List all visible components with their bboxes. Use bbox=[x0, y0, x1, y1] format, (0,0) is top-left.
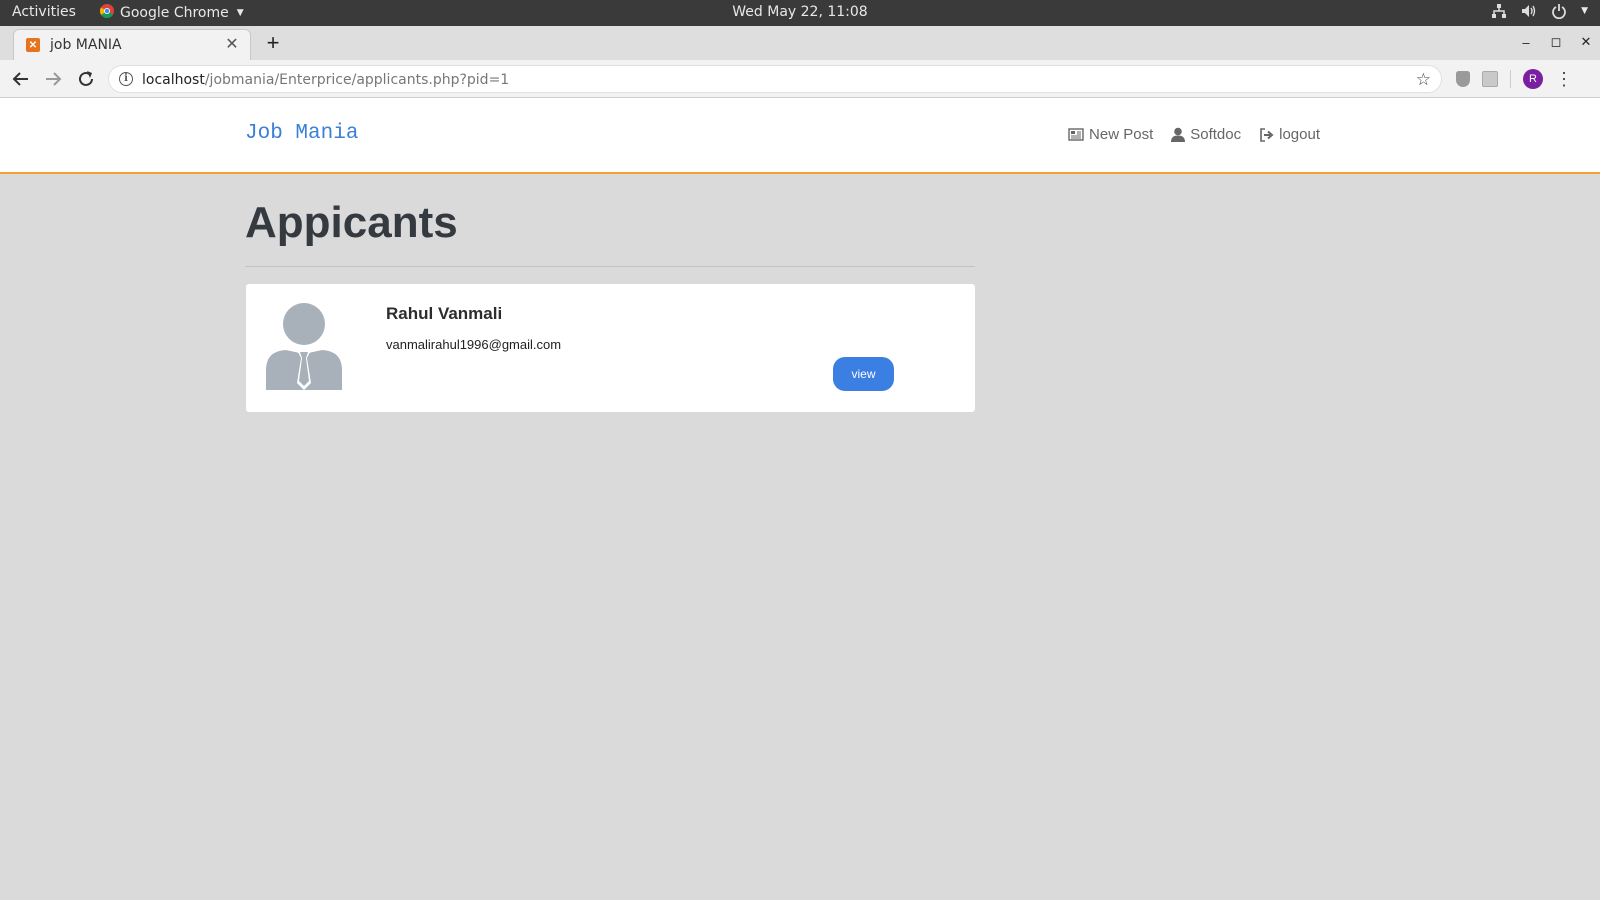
minimize-icon[interactable]: – bbox=[1520, 35, 1532, 50]
bookmark-star-icon[interactable]: ☆ bbox=[1416, 70, 1431, 90]
power-icon bbox=[1551, 3, 1567, 19]
network-icon bbox=[1491, 3, 1507, 19]
nav-new-post[interactable]: New Post bbox=[1068, 126, 1153, 143]
nav-logout-label: logout bbox=[1279, 126, 1320, 143]
toolbar-divider bbox=[1510, 70, 1511, 88]
profile-avatar[interactable]: R bbox=[1523, 69, 1543, 89]
user-icon bbox=[1171, 127, 1186, 142]
os-top-bar: Activities Google Chrome ▼ Wed May 22, 1… bbox=[0, 0, 1600, 26]
close-icon[interactable]: ✕ bbox=[222, 35, 242, 55]
chevron-down-icon: ▼ bbox=[236, 8, 244, 18]
maximize-icon[interactable]: ◻ bbox=[1550, 34, 1562, 50]
applicant-email: vanmalirahul1996@gmail.com bbox=[386, 337, 562, 352]
close-window-icon[interactable]: ✕ bbox=[1580, 34, 1592, 50]
forward-arrow-icon[interactable] bbox=[42, 68, 64, 90]
person-with-tie-icon bbox=[266, 302, 342, 390]
view-button[interactable]: view bbox=[833, 357, 894, 391]
newspaper-icon bbox=[1068, 128, 1084, 141]
nav-links: New Post Softdoc logout bbox=[1068, 126, 1320, 143]
activities-button[interactable]: Activities bbox=[12, 4, 76, 20]
system-tray[interactable]: ▼ bbox=[1491, 3, 1588, 19]
app-menu[interactable]: Google Chrome ▼ bbox=[100, 4, 244, 22]
window-controls: – ◻ ✕ bbox=[1520, 34, 1592, 50]
url-host: localhost bbox=[142, 72, 205, 88]
applicant-card: Rahul Vanmali vanmalirahul1996@gmail.com… bbox=[246, 284, 975, 412]
back-arrow-icon[interactable] bbox=[10, 68, 32, 90]
chevron-down-icon: ▼ bbox=[1581, 6, 1588, 16]
extension-icon[interactable] bbox=[1482, 71, 1498, 87]
title-divider bbox=[245, 266, 975, 267]
browser-toolbar: i localhost/jobmania/Enterprice/applican… bbox=[0, 60, 1600, 98]
chrome-icon bbox=[100, 4, 114, 22]
address-bar[interactable]: i localhost/jobmania/Enterprice/applican… bbox=[108, 65, 1442, 93]
extensions-area: R ⋮ bbox=[1456, 69, 1573, 89]
tab-strip: ✕ job MANIA ✕ + – ◻ ✕ bbox=[0, 26, 1600, 60]
url-text: localhost/jobmania/Enterprice/applicants… bbox=[142, 72, 509, 88]
app-name: Google Chrome bbox=[120, 5, 229, 21]
shield-extension-icon[interactable] bbox=[1456, 71, 1470, 87]
nav-logout[interactable]: logout bbox=[1259, 126, 1320, 143]
site-navbar: Job Mania New Post Softdoc logout bbox=[0, 98, 1600, 174]
browser-tab[interactable]: ✕ job MANIA ✕ bbox=[13, 29, 251, 60]
new-tab-button[interactable]: + bbox=[262, 32, 284, 55]
url-path: /jobmania/Enterprice/applicants.php?pid=… bbox=[204, 72, 510, 88]
web-page: Job Mania New Post Softdoc logout Appica… bbox=[0, 98, 1600, 900]
nav-user[interactable]: Softdoc bbox=[1171, 126, 1241, 143]
menu-kebab-icon[interactable]: ⋮ bbox=[1555, 70, 1573, 88]
page-title: Appicants bbox=[245, 198, 458, 247]
nav-user-label: Softdoc bbox=[1190, 126, 1242, 143]
brand-logo[interactable]: Job Mania bbox=[245, 122, 358, 145]
volume-icon bbox=[1521, 3, 1537, 19]
xampp-favicon-icon: ✕ bbox=[26, 38, 40, 52]
nav-new-post-label: New Post bbox=[1089, 126, 1154, 143]
applicant-name: Rahul Vanmali bbox=[386, 304, 503, 323]
sign-out-icon bbox=[1259, 127, 1274, 142]
reload-icon[interactable] bbox=[75, 68, 97, 90]
tab-title: job MANIA bbox=[50, 37, 122, 53]
info-icon[interactable]: i bbox=[119, 72, 133, 86]
